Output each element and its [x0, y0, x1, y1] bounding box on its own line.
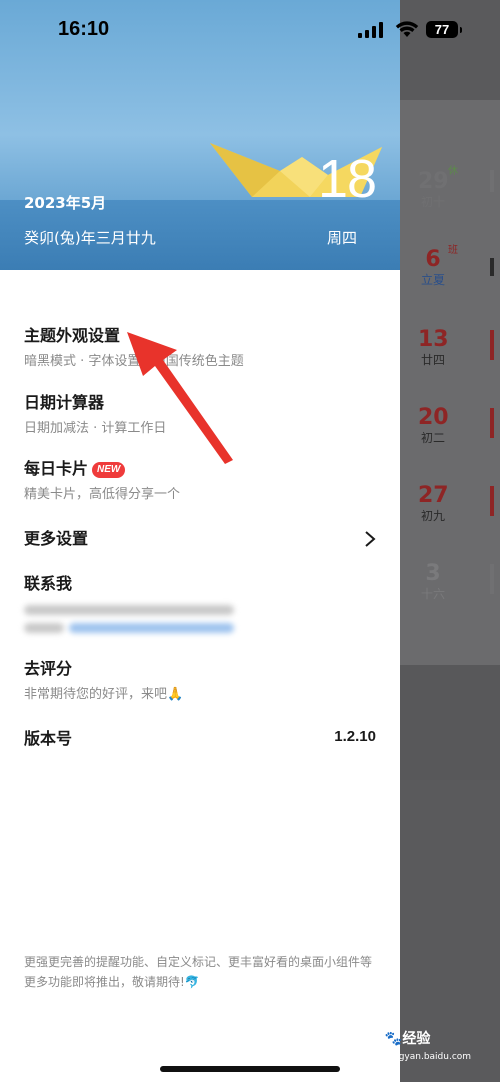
chevron-right-icon [365, 531, 376, 547]
hero-lunar-date: 癸卯(兔)年三月廿九 [24, 229, 156, 247]
battery-indicator: 77 [426, 21, 458, 38]
calendar-next-column [490, 170, 500, 600]
calendar-lower-panel [400, 665, 500, 780]
menu-item-subtitle: 非常期待您的好评，来吧🙏 [24, 687, 184, 702]
status-time: 16:10 [58, 18, 110, 40]
calendar-grid[interactable]: 29 初十 休 6 立夏 班 13 廿四 20 初二 27 初九 3 十六 [400, 100, 500, 665]
calendar-cell[interactable]: 13 廿四 [418, 328, 449, 368]
calendar-rest-badge: 休 [448, 166, 458, 177]
menu-item-version: 版本号 1.2.10 [24, 728, 376, 750]
hero-day-number: 18 [318, 149, 377, 209]
menu-item-title: 每日卡片 [24, 459, 89, 478]
battery-tip [460, 27, 462, 33]
version-number: 1.2.10 [334, 728, 376, 745]
menu-item-title: 联系我 [24, 574, 73, 593]
cellular-signal-icon [358, 22, 383, 38]
menu-item-title: 更多设置 [24, 529, 89, 548]
wifi-icon [395, 21, 419, 37]
hero-weekday: 周四 [327, 229, 358, 247]
status-bar: 16:10 77 [0, 0, 500, 60]
contact-info-redacted [24, 601, 376, 641]
annotation-arrow-icon [127, 332, 233, 464]
menu-item-contact-me[interactable]: 联系我 [24, 573, 376, 641]
calendar-work-badge: 班 [448, 245, 458, 256]
side-drawer: 18 2023年5月 癸卯(兔)年三月廿九 周四 主题外观设置 暗黑模式 · 字… [0, 0, 400, 1082]
menu-item-title: 版本号 [24, 729, 73, 748]
menu-item-title: 去评分 [24, 659, 73, 678]
menu-item-more-settings[interactable]: 更多设置 [24, 528, 376, 550]
calendar-cell[interactable]: 27 初九 [418, 484, 449, 524]
calendar-cell[interactable]: 3 十六 [418, 562, 448, 602]
home-indicator[interactable] [160, 1066, 340, 1072]
baidu-jingyan-watermark: Bai🐾经验 jingyan.baidu.com [360, 1031, 472, 1062]
menu-item-rate-app[interactable]: 去评分 非常期待您的好评，来吧🙏 [24, 658, 376, 704]
calendar-cell[interactable]: 29 初十 [418, 170, 449, 210]
hero-year-month: 2023年5月 [24, 194, 107, 212]
paw-icon: 🐾 [384, 1031, 403, 1047]
menu-item-subtitle: 精美卡片，高低得分享一个 [24, 487, 181, 502]
calendar-cell[interactable]: 6 立夏 [418, 248, 448, 288]
calendar-cell[interactable]: 20 初二 [418, 406, 449, 446]
new-badge: NEW [92, 462, 126, 478]
footer-note: 更强更完善的提醒功能、自定义标记、更丰富好看的桌面小组件等更多功能即将推出，敬请… [24, 955, 373, 989]
